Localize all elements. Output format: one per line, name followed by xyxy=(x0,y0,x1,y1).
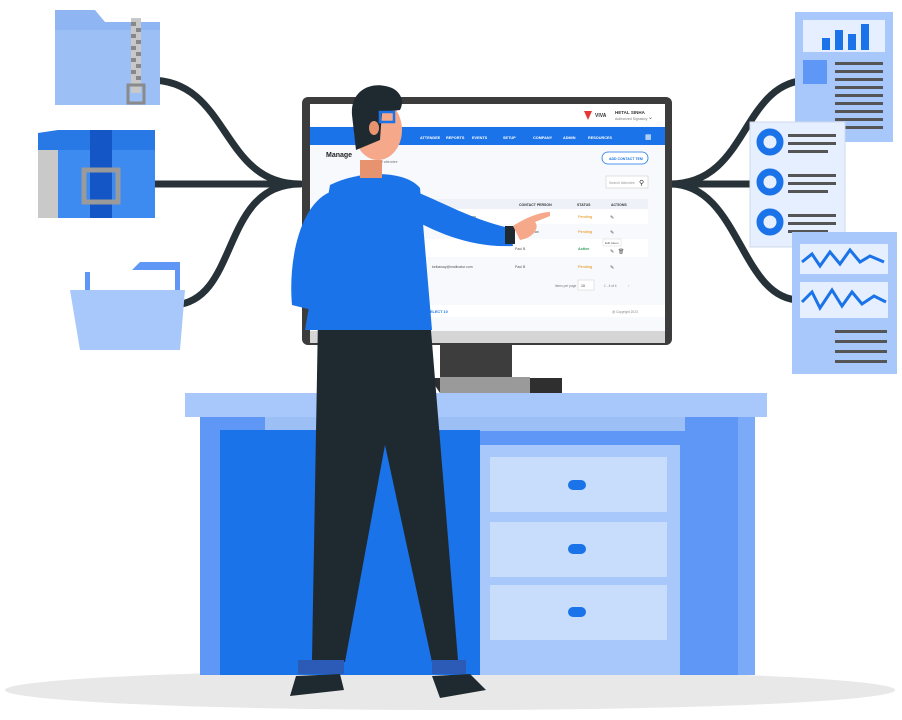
open-folder-icon xyxy=(70,262,185,350)
illustration-scene: VIVA HETAL SINHA Authorized Signatory ⌄ … xyxy=(5,10,897,710)
add-contact-button-label: ADD CONTACT TEM xyxy=(609,157,643,161)
zip-folder-icon xyxy=(55,10,160,105)
rows-per-page-label: Items per page xyxy=(555,284,576,288)
row-contact: Paul B xyxy=(515,265,526,269)
wave-chart-document-icon xyxy=(792,232,897,374)
col-header-contact: CONTACT PERSON xyxy=(519,203,552,207)
row-contact: Paul B xyxy=(515,247,526,251)
brand-name: VIVA xyxy=(595,113,607,119)
user-role: Authorized Signatory xyxy=(615,117,648,121)
tooltip-text: Edit Ateen xyxy=(605,241,619,245)
search-icon[interactable]: ⚲ xyxy=(639,179,644,187)
col-header-actions: ACTIONS xyxy=(611,203,627,207)
page-title: Manage xyxy=(326,152,352,159)
nav-item-admin[interactable]: ADMIN xyxy=(563,136,576,140)
nav-item-setup[interactable]: SETUP xyxy=(503,136,516,140)
drawer-handle xyxy=(568,544,586,554)
edit-icon[interactable]: ✎ xyxy=(610,249,614,255)
page-subtitle: of attendee xyxy=(380,160,398,164)
user-name[interactable]: HETAL SINHA xyxy=(615,110,646,115)
page-range: 1 - 4 of 4 xyxy=(604,284,617,288)
chevron-down-icon[interactable]: ⌄ xyxy=(648,115,653,121)
nav-item-attendee[interactable]: ATTENDEE xyxy=(420,136,441,140)
col-header-status: STATUS xyxy=(577,203,591,207)
row-status: Pending xyxy=(578,215,592,219)
nav-item-reports[interactable]: REPORTS xyxy=(446,136,465,140)
drawer-handle xyxy=(568,607,586,617)
monitor-stand xyxy=(430,343,562,393)
edit-icon[interactable]: ✎ xyxy=(610,230,614,236)
row-email: keibaway@mailinator.com xyxy=(432,265,473,269)
row-status: Active xyxy=(578,247,589,251)
delete-icon[interactable]: 🗑 xyxy=(618,248,624,255)
edit-icon[interactable]: ✎ xyxy=(610,215,614,221)
search-placeholder: Search Attendee xyxy=(609,181,635,185)
footer-right: @ Copyright 2023 xyxy=(612,310,638,314)
nav-item-events[interactable]: EVENTS xyxy=(472,136,488,140)
nav-item-resources[interactable]: RESOURCES xyxy=(588,136,613,140)
edit-icon[interactable]: ✎ xyxy=(610,265,614,271)
archive-box-icon xyxy=(38,130,155,218)
desk xyxy=(185,393,767,675)
grid-menu-icon[interactable]: ▦ xyxy=(645,134,652,141)
nav-item-company[interactable]: COMPANY xyxy=(533,136,553,140)
footer-left: ELECT 10 xyxy=(430,310,448,314)
rows-per-page-value: 10 xyxy=(581,284,585,288)
donut-list-document-icon xyxy=(749,121,846,248)
row-status: Pending xyxy=(578,230,592,234)
drawer-handle xyxy=(568,480,586,490)
row-status: Pending xyxy=(578,265,592,269)
